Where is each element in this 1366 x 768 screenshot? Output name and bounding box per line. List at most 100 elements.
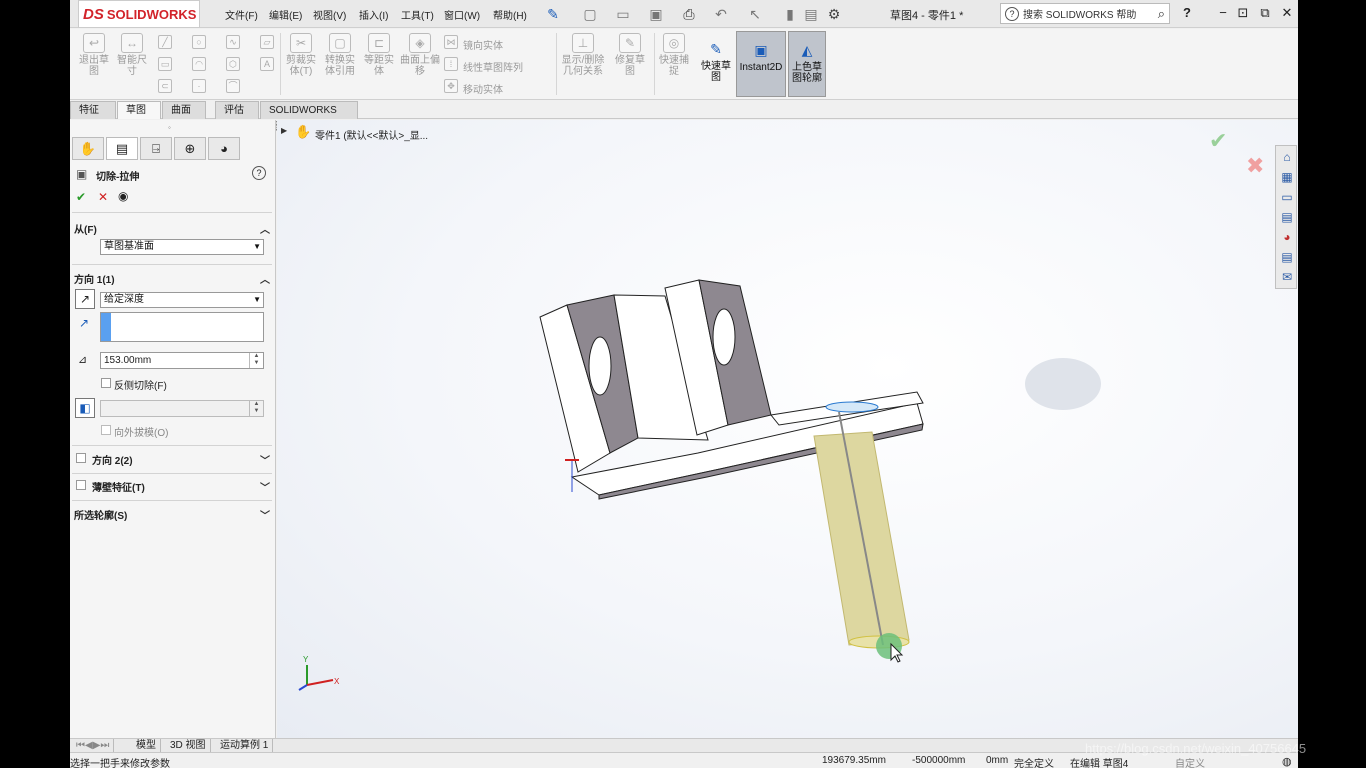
close-button[interactable]: ✕ [1278,4,1296,22]
rebuild-icon[interactable]: ▮ [782,6,798,22]
draft-icon[interactable]: ◧ [75,398,95,418]
select-icon[interactable]: ↖ [747,6,763,22]
end-condition-select[interactable]: 给定深度 ▼ [100,292,264,308]
tab-features[interactable]: 特征 [70,101,116,119]
mirror-label[interactable]: 镜向实体 [463,37,503,52]
view-palette-icon[interactable]: ▤ [1278,208,1296,226]
polygon-icon[interactable]: ⬡ [226,57,240,71]
menu-window[interactable]: 窗口(W) [444,7,480,22]
file-properties-icon[interactable]: ▤ [803,6,819,22]
file-explorer-icon[interactable]: ▭ [1278,188,1296,206]
restore-doc-button[interactable]: ⧉ [1256,4,1274,22]
display-relations-button[interactable]: ⊥ 显示/删除几何关系 [560,33,606,77]
appearances-icon[interactable]: ◕ [1278,228,1296,246]
selected-contours-section-header[interactable]: 所选轮廓(S) ﹀ [74,507,272,523]
depth-input[interactable]: 153.00mm ▲ ▼ [100,352,264,369]
text-icon[interactable]: A [260,57,274,71]
move-label[interactable]: 移动实体 [463,81,503,96]
draft-outward-checkbox[interactable] [101,425,111,435]
tab-sketch[interactable]: 草图 [117,101,161,119]
menu-help[interactable]: 帮助(H) [493,7,527,22]
dimxpert-tab-icon[interactable]: ⊕ [174,137,206,160]
status-units[interactable]: 自定义 [1175,755,1205,768]
featuremanager-tab-icon[interactable]: ✋ [72,137,104,160]
panel-grip-icon[interactable]: ◦ [168,123,171,132]
offset-on-surface-button[interactable]: ◈ 曲面上偏移 [400,33,440,77]
model-3d-view[interactable]: Y X [277,120,1298,738]
shaded-contours-button[interactable]: ◭ 上色草图轮廓 [788,31,826,97]
solidworks-logo[interactable]: DS SOLIDWORKS [78,0,200,28]
trim-entities-button[interactable]: ✂ 剪裁实体(T) [284,33,318,77]
point-icon[interactable]: · [192,79,206,93]
tab-nav-arrows-icon[interactable]: ⏮◀▶⏭ [72,739,115,753]
tab-motion-study[interactable]: 运动算例 1 [216,739,274,753]
rapid-sketch-button[interactable]: ✎ 快速草图 [698,31,734,97]
exit-sketch-button[interactable]: ↩ 退出草图 [76,33,112,77]
linear-pattern-icon[interactable]: ⁞ [444,57,458,71]
plane-icon[interactable]: ▱ [260,35,274,49]
ok-button[interactable]: ✔ [76,190,86,204]
fillet-icon[interactable]: ⌒ [226,79,240,93]
propertymanager-tab-icon[interactable]: ▤ [106,137,138,160]
repair-sketch-button[interactable]: ✎ 修复草图 [612,33,648,77]
flip-side-checkbox[interactable] [101,378,111,388]
minimize-button[interactable]: − [1214,4,1232,22]
restore-button[interactable]: ⊡ [1234,4,1252,22]
move-icon[interactable]: ✥ [444,79,458,93]
menu-file[interactable]: 文件(F) [225,7,258,22]
options-icon[interactable]: ⚙ [826,6,842,22]
circle-icon[interactable]: ○ [192,35,206,49]
linear-pattern-label[interactable]: 线性草图阵列 [463,59,523,74]
direction-vector-selection-box[interactable] [100,312,264,342]
direction2-checkbox[interactable] [76,453,86,463]
panel-help-icon[interactable]: ? [252,166,266,180]
custom-properties-icon[interactable]: ▤ [1278,248,1296,266]
tab-addins[interactable]: SOLIDWORKS 插件 [260,101,358,133]
cancel-button[interactable]: ✕ [98,190,108,204]
spline-icon[interactable]: ∿ [226,35,240,49]
forum-icon[interactable]: ✉ [1278,268,1296,286]
design-library-icon[interactable]: ▦ [1278,168,1296,186]
spinner-icon[interactable]: ▲ ▼ [249,401,263,416]
mirror-icon[interactable]: ⋈ [444,35,458,49]
print-icon[interactable]: ⎙ [681,6,697,22]
instant2d-button[interactable]: ▣ Instant2D [736,31,786,97]
arc-icon[interactable]: ◠ [192,57,206,71]
from-section-header[interactable]: 从(F) ︿ [74,221,272,237]
direction1-section-header[interactable]: 方向 1(1) ︿ [74,271,272,287]
tab-3d-views[interactable]: 3D 视图 [166,739,211,753]
open-icon[interactable]: ▭ [615,6,631,22]
search-help-input[interactable]: ? 搜索 SOLIDWORKS 帮助 ⌕ [1000,3,1170,24]
convert-entities-button[interactable]: ▢ 转换实体引用 [322,33,358,77]
line-icon[interactable]: ╱ [158,35,172,49]
offset-entities-button[interactable]: ⊏ 等距实体 [362,33,396,77]
from-select[interactable]: 草图基准面 ▼ [100,239,264,255]
graphics-area[interactable]: ▶ ✋ 零件1 (默认<<默认>_显... ⌕ ⌕ ✐ ▥ ✎ ◫ ◨ ◉ ◐ … [277,120,1298,738]
thin-feature-section-header[interactable]: 薄壁特征(T) ﹀ [92,479,272,495]
home-icon[interactable]: ⌂ [1278,148,1296,166]
new-icon[interactable]: ▢ [582,6,598,22]
save-icon[interactable]: ▣ [648,6,664,22]
help-button[interactable]: ? [1178,4,1196,22]
rectangle-icon[interactable]: ▭ [158,57,172,71]
configurationmanager-tab-icon[interactable]: ⍈ [140,137,172,160]
draft-angle-input[interactable]: ▲ ▼ [100,400,264,417]
quick-snaps-button[interactable]: ◎ 快速捕捉 [656,33,692,77]
thin-feature-checkbox[interactable] [76,480,86,490]
rebuild-status-icon[interactable]: ◍ [1282,755,1292,768]
tab-model[interactable]: 模型 [132,739,161,753]
direction2-section-header[interactable]: 方向 2(2) ﹀ [92,452,272,468]
slot-icon[interactable]: ⊂ [158,79,172,93]
preview-eye-icon[interactable]: ◉ [118,189,128,203]
tab-surfaces[interactable]: 曲面 [162,101,206,119]
pin-icon[interactable]: ✎ [545,6,561,22]
menu-edit[interactable]: 编辑(E) [269,7,302,22]
undo-icon[interactable]: ↶ [713,6,729,22]
reverse-direction-icon[interactable]: ↗ [75,289,95,309]
display-manager-tab-icon[interactable]: ◕ [208,137,240,160]
menu-insert[interactable]: 插入(I) [359,7,388,22]
spinner-icon[interactable]: ▲ ▼ [249,353,263,368]
menu-view[interactable]: 视图(V) [313,7,346,22]
menu-tools[interactable]: 工具(T) [401,7,434,22]
tab-evaluate[interactable]: 评估 [215,101,259,119]
